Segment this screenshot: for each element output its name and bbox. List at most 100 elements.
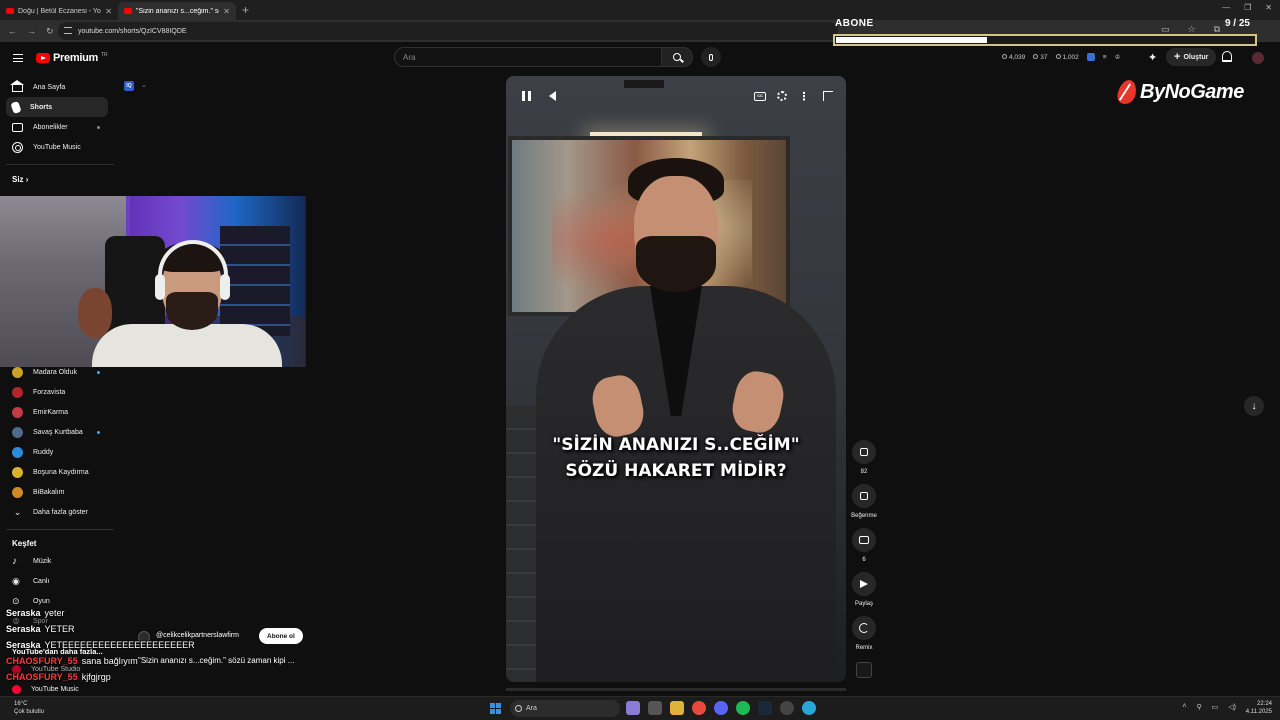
chevron-up-icon[interactable]: ˄ [1182, 703, 1186, 711]
logo-text: Premium [53, 52, 98, 64]
remix-button[interactable]: Remix [848, 616, 880, 651]
new-tab-button[interactable]: + [236, 3, 255, 17]
video-title[interactable]: "Sizin ananızı s...ceğim." sözü zaman ki… [138, 656, 294, 665]
dislike-button[interactable]: Beğenme [848, 484, 880, 519]
subscription-item[interactable]: BiBakalım [6, 482, 108, 502]
list-icon[interactable]: ≡ [1103, 54, 1107, 61]
notifications-bell-icon[interactable] [1222, 51, 1232, 62]
weather-widget[interactable]: 16°C Çok bulutlu [14, 700, 44, 716]
taskbar-apps [626, 701, 816, 715]
settings-gear-icon[interactable] [772, 87, 792, 105]
search-input[interactable]: Ara [394, 47, 662, 67]
chrome-icon[interactable] [692, 701, 706, 715]
shorts-video-player[interactable]: CC ⋮ "SİZİN ANANIZI S..CEĞİM" SÖZÜ HAKAR… [506, 76, 846, 682]
search-icon [673, 53, 681, 61]
more-options-icon[interactable]: ⋮ [794, 87, 814, 105]
bynogame-logo-icon [1115, 80, 1139, 104]
site-info-icon[interactable] [64, 27, 72, 34]
reload-icon[interactable]: ↻ [46, 26, 54, 37]
microphone-icon[interactable]: ⚲ [1197, 703, 1202, 711]
show-more-button[interactable]: ⌄ Daha fazla göster [6, 502, 108, 522]
back-icon[interactable]: ← [8, 26, 17, 36]
next-video-button[interactable]: ↓ [1244, 396, 1264, 416]
extension-icon[interactable] [1086, 53, 1095, 61]
extension-badge[interactable]: IQ [124, 81, 134, 91]
taskbar-search-input[interactable]: Ara [510, 700, 620, 717]
divider [6, 164, 114, 165]
tab-title: "Sizin ananızı s...ceğim." söz [136, 7, 220, 15]
fullscreen-icon[interactable] [818, 87, 838, 105]
maximize-icon[interactable]: ❐ [1244, 3, 1251, 12]
search-button[interactable] [661, 47, 693, 67]
volume-icon[interactable] [542, 87, 562, 105]
url-text: youtube.com/shorts/QzICV88IQDE [78, 27, 187, 35]
sidebar-item-shorts[interactable]: Shorts [6, 97, 108, 117]
streamer-webcam [0, 196, 306, 367]
start-menu-icon[interactable] [490, 703, 501, 714]
channel-avatar [12, 426, 23, 438]
pause-icon[interactable] [516, 87, 536, 105]
plus-icon: + [1174, 50, 1181, 63]
youtube-header: Premium TR Ara 4,039 37 1,002 ≡ ♔ ✦ + Ol… [0, 42, 1280, 74]
widget-icon[interactable] [626, 701, 640, 715]
subscription-item[interactable]: EmirKarma [6, 402, 108, 422]
subscription-item[interactable]: Boşuna Kaydırma [6, 462, 108, 482]
tab-close-icon[interactable]: ✕ [105, 7, 112, 16]
trophy-icon[interactable]: ♔ [1115, 53, 1121, 61]
subscribe-button[interactable]: Abone ol [259, 628, 303, 644]
chat-message: CHAOSFURY_55 kjfgjrgp [6, 672, 111, 682]
shorts-icon [10, 100, 22, 114]
channel-avatar [12, 486, 23, 498]
close-window-icon[interactable]: ✕ [1265, 3, 1272, 12]
comments-button[interactable]: 6 [848, 528, 880, 563]
sidebar-item-music[interactable]: ♪ Müzik [6, 551, 108, 571]
sidebar-item-subscriptions[interactable]: Abonelikler [6, 117, 108, 137]
sidebar: Ana Sayfa Shorts Abonelikler YouTube Mus… [0, 76, 120, 696]
sidebar-item-live[interactable]: ◉ Canlı [6, 571, 108, 591]
forward-icon[interactable]: → [27, 26, 36, 36]
youtube-favicon-icon [6, 8, 14, 14]
spotify-icon[interactable] [736, 701, 750, 715]
discord-icon[interactable] [714, 701, 728, 715]
account-avatar[interactable] [1252, 52, 1264, 64]
volume-icon[interactable]: ◁) [1228, 703, 1236, 711]
minimize-icon[interactable]: — [1222, 3, 1230, 12]
subscription-item[interactable]: Savaş Kurtbaba [6, 422, 108, 442]
browser-tab[interactable]: Doğu | Betül Eczanesi - YouTube ✕ [0, 2, 118, 20]
voice-search-button[interactable] [701, 47, 721, 67]
browser-tab-active[interactable]: "Sizin ananızı s...ceğim." söz ✕ [118, 2, 236, 20]
sidebar-item-youtube-music[interactable]: YouTube Music [6, 137, 108, 157]
like-button[interactable]: 82 [848, 440, 880, 475]
sidebar-item-home[interactable]: Ana Sayfa [6, 77, 108, 97]
home-icon [10, 80, 24, 92]
new-content-dot [97, 125, 100, 129]
subscription-item[interactable]: Forzavista [6, 382, 108, 402]
share-icon [860, 580, 868, 588]
url-field[interactable]: youtube.com/shorts/QzICV88IQDE [58, 22, 838, 40]
edge-icon[interactable] [802, 701, 816, 715]
goal-count: 9 / 25 [1224, 18, 1250, 29]
chevron-down-icon[interactable]: ⌄ [141, 81, 147, 89]
tab-close-icon[interactable]: ✕ [223, 7, 230, 16]
like-icon [1033, 54, 1039, 60]
taskbar-clock[interactable]: 22:24 4.11.2025 [1246, 700, 1272, 716]
network-icon[interactable]: ▭ [1212, 703, 1219, 711]
subscription-item[interactable]: Ruddy [6, 442, 108, 462]
steam-icon[interactable] [758, 701, 772, 715]
file-explorer-icon[interactable] [670, 701, 684, 715]
create-button[interactable]: + Oluştur [1166, 48, 1217, 66]
channel-name[interactable]: @celikcelikpartnerslawfirm [156, 632, 239, 639]
obs-icon[interactable] [780, 701, 794, 715]
sound-thumbnail[interactable] [856, 662, 872, 678]
video-progress-bar[interactable] [506, 688, 846, 691]
share-button[interactable]: Paylaş [848, 572, 880, 607]
new-content-dot [97, 370, 100, 374]
thumbs-down-icon [860, 492, 868, 500]
browser-tab-bar: Doğu | Betül Eczanesi - YouTube ✕ "Sizin… [0, 0, 1280, 20]
menu-icon[interactable] [13, 54, 23, 62]
youtube-premium-logo[interactable]: Premium TR [36, 52, 108, 64]
task-view-icon[interactable] [648, 701, 662, 715]
you-section-title[interactable]: Siz › [12, 175, 28, 184]
puzzle-icon[interactable]: ✦ [1148, 51, 1157, 64]
captions-icon[interactable]: CC [750, 87, 770, 105]
